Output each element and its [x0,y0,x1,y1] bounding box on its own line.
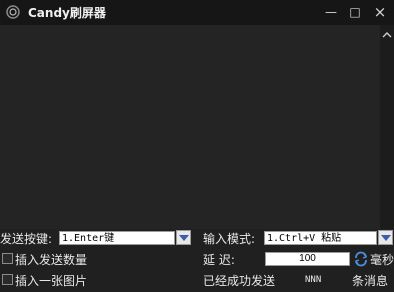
delay-label: 延 迟: [203,253,235,267]
minimize-button[interactable]: — [320,3,342,21]
app-window: Candy刷屏器 — □ × 发送按键: 1.Enter键 输入模式: 1.Ct… [0,0,394,292]
window-title: Candy刷屏器 [28,6,106,20]
sent-status-suffix: 条消息 [352,274,389,288]
send-key-label: 发送按键: [0,232,53,246]
input-mode-label: 输入模式: [203,232,256,246]
send-key-dropdown-button[interactable] [176,230,191,245]
insert-count-checkbox[interactable] [2,253,13,264]
app-logo-icon [6,5,20,19]
delay-input[interactable]: 100 [265,252,350,266]
insert-count-label[interactable]: 插入发送数量 [15,251,87,268]
insert-image-checkbox[interactable] [2,274,13,285]
delay-unit: 毫秒 [370,253,394,267]
vertical-scrollbar[interactable] [380,25,394,229]
close-button[interactable]: × [369,3,391,21]
maximize-button[interactable]: □ [344,3,366,21]
send-key-select[interactable]: 1.Enter键 [59,231,175,245]
input-mode-dropdown-button[interactable] [378,230,393,245]
title-bar[interactable]: Candy刷屏器 — □ × [0,0,394,25]
delay-spinner-icon[interactable] [354,251,368,267]
message-area[interactable] [0,25,380,229]
sent-status-prefix: 已经成功发送 [203,274,276,288]
sent-count: NNN [305,275,322,285]
input-mode-select[interactable]: 1.Ctrl+V 粘贴 [264,231,377,245]
insert-image-label[interactable]: 插入一张图片 [15,272,87,289]
scroll-up-arrow-icon[interactable] [382,31,392,39]
